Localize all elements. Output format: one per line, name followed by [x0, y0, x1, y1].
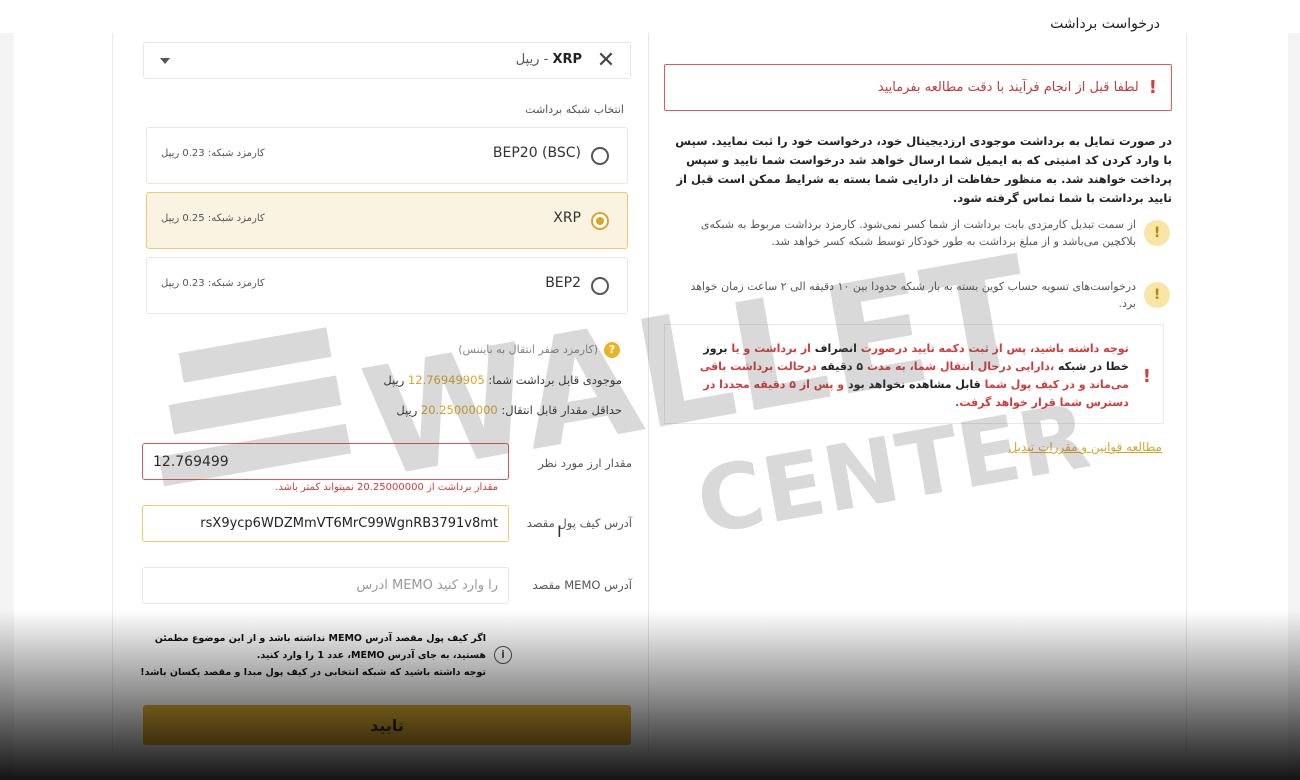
network-fee: کارمزد شبکه: 0.23 ریپل: [161, 278, 265, 289]
warning-icon: !: [1144, 282, 1170, 308]
panel-divider: [648, 33, 649, 753]
network-name: BEP2: [545, 275, 581, 291]
memo-label: آدرس MEMO مقصد: [532, 578, 632, 592]
read-carefully-alert: ! لطفا قبل از انجام فرآیند با دقت مطالعه…: [664, 64, 1172, 111]
withdraw-title: درخواست برداشت: [1050, 16, 1160, 32]
exclamation-icon: !: [1148, 77, 1157, 98]
cancel-notice-text: توجه داشته باشید، پس از ثبت دکمه تایید د…: [699, 342, 1129, 409]
tip-time: ! درخواست‌های تسویه حساب کوین بسته به با…: [690, 278, 1170, 312]
radio-button[interactable]: [591, 277, 609, 295]
network-option-bep2[interactable]: BEP2 کارمزد شبکه: 0.23 ریپل: [146, 257, 628, 314]
radio-button[interactable]: [591, 212, 609, 230]
currency-select[interactable]: XRP - ریپل ✕: [143, 42, 631, 79]
network-fee: کارمزد شبکه: 0.25 ریپل: [161, 213, 265, 224]
withdraw-instructions: در صورت تمایل به برداشت موجودی ارزدیجیتا…: [675, 134, 1172, 205]
info-icon: i: [494, 646, 512, 664]
network-fee: کارمزد شبکه: 0.23 ریپل: [161, 148, 265, 159]
exclamation-icon: !: [1142, 365, 1151, 387]
address-label: آدرس کیف پول مقصد: [526, 516, 632, 530]
minimum-transfer: حداقل مقدار قابل انتقال: 20.25000000 ریپ…: [396, 403, 622, 417]
amount-label: مقدار ارز مورد نظر: [538, 456, 632, 470]
tip-time-text: درخواست‌های تسویه حساب کوین بسته به بار …: [690, 280, 1136, 310]
rules-link[interactable]: مطالعه قوانین و مقررات تبدیل: [980, 440, 1162, 454]
memo-note: i اگر کیف پول مقصد آدرس MEMO نداشته باشد…: [140, 630, 512, 681]
amount-input[interactable]: [142, 443, 509, 480]
tip-fee: ! از سمت تبدیل کارمزدی بابت برداشت از شم…: [690, 216, 1170, 250]
amount-error: مقدار برداشت از 20.25000000 نمیتواند کمت…: [275, 482, 498, 493]
available-balance: موجودی قابل برداشت شما: 12.76949905 ریپل: [383, 373, 622, 387]
warning-icon: !: [1144, 220, 1170, 246]
text-cursor-icon: I: [557, 522, 562, 541]
xrp-logo-icon: ✕: [596, 48, 616, 73]
memo-note-text: اگر کیف پول مقصد آدرس MEMO نداشته باشد و…: [140, 633, 486, 678]
network-option-xrp[interactable]: XRP کارمزد شبکه: 0.25 ریپل: [146, 192, 628, 249]
cancel-notice: ! توجه داشته باشید، پس از ثبت دکمه تایید…: [664, 324, 1164, 424]
question-icon[interactable]: ?: [604, 342, 620, 358]
right-panel-border: [1186, 33, 1187, 753]
alert-text: لطفا قبل از انجام فرآیند با دقت مطالعه ب…: [877, 80, 1139, 95]
left-panel-border: [112, 33, 113, 753]
network-option-bep20[interactable]: BEP20 (BSC) کارمزد شبکه: 0.23 ریپل: [146, 127, 628, 184]
network-name: XRP: [553, 210, 581, 226]
wallet-address-input[interactable]: [142, 505, 509, 542]
currency-select-value: XRP - ریپل: [515, 52, 582, 67]
network-label: انتخاب شبکه برداشت: [525, 103, 624, 116]
confirm-button[interactable]: تایید: [143, 705, 631, 745]
tip-fee-text: از سمت تبدیل کارمزدی بابت برداشت از شما …: [700, 218, 1136, 248]
network-name: BEP20 (BSC): [492, 145, 581, 161]
memo-input[interactable]: [142, 567, 509, 604]
radio-button[interactable]: [591, 147, 609, 165]
chevron-down-icon: [160, 58, 170, 64]
zero-fee-binance: ?(کارمزد صفر انتقال به بایننس): [400, 342, 620, 358]
